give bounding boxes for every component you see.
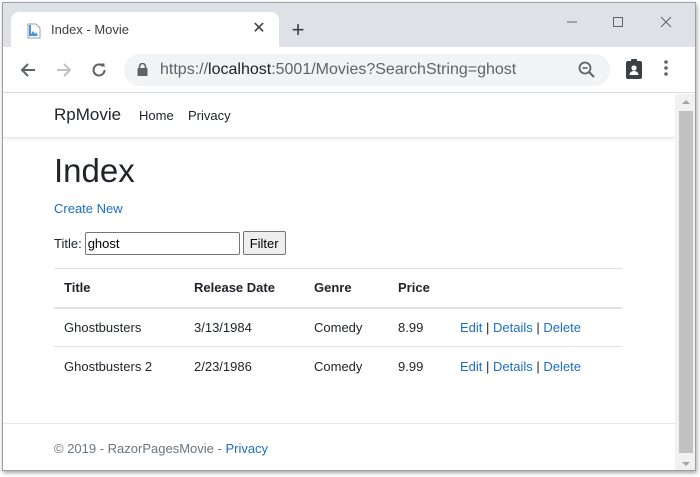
- footer-text: © 2019 - RazorPagesMovie - Privacy: [54, 441, 268, 456]
- scroll-up-icon[interactable]: [675, 94, 695, 110]
- clipboard-person-icon[interactable]: [625, 58, 643, 85]
- cell-price: 9.99: [388, 346, 450, 386]
- document-icon: [27, 23, 41, 39]
- filter-label: Title:: [54, 235, 82, 251]
- link-separator: |: [486, 358, 494, 374]
- site-footer: © 2019 - RazorPagesMovie - Privacy: [3, 423, 675, 470]
- arrow-right-icon[interactable]: [50, 56, 78, 84]
- site-navbar: RpMovie Home Privacy: [3, 94, 675, 138]
- site-brand-link[interactable]: RpMovie: [54, 105, 121, 125]
- maximize-icon[interactable]: [595, 9, 641, 37]
- cell-price: 8.99: [388, 307, 450, 347]
- edit-link[interactable]: Edit: [460, 320, 482, 335]
- cell-title: Ghostbusters: [54, 307, 184, 347]
- vertical-scrollbar[interactable]: [675, 94, 695, 470]
- browser-window: Index - Movie ✕ + https://localhost:5001…: [2, 2, 696, 471]
- table-row: Ghostbusters 2 2/23/1986 Comedy 9.99 Edi…: [54, 346, 622, 386]
- address-bar[interactable]: https://localhost:5001/Movies?SearchStri…: [124, 54, 610, 86]
- link-separator: |: [486, 319, 494, 335]
- page-title: Index: [54, 152, 135, 189]
- arrow-left-icon[interactable]: [14, 56, 42, 84]
- url-host: localhost: [208, 61, 272, 78]
- search-input[interactable]: [84, 231, 240, 255]
- url-scheme: https://: [160, 61, 209, 78]
- cell-genre: Comedy: [304, 307, 388, 347]
- scrollbar-thumb[interactable]: [679, 111, 693, 453]
- close-icon[interactable]: [643, 9, 689, 37]
- cell-title: Ghostbusters 2: [54, 346, 184, 386]
- header-price[interactable]: Price: [388, 268, 450, 308]
- tab-strip: Index - Movie ✕ +: [3, 3, 695, 47]
- cell-release-date: 2/23/1986: [184, 346, 304, 386]
- cell-actions: Edit | Details | Delete: [450, 346, 622, 386]
- reload-icon[interactable]: [85, 56, 113, 84]
- page-viewport: RpMovie Home Privacy Index Create New Ti…: [3, 94, 675, 470]
- delete-link[interactable]: Delete: [543, 359, 581, 374]
- delete-link[interactable]: Delete: [543, 320, 581, 335]
- browser-tab[interactable]: Index - Movie ✕: [11, 12, 279, 47]
- new-tab-button[interactable]: +: [287, 19, 309, 42]
- kebab-menu-icon[interactable]: [663, 59, 669, 82]
- details-link[interactable]: Details: [493, 359, 533, 374]
- zoom-out-icon[interactable]: [578, 61, 596, 84]
- cell-genre: Comedy: [304, 346, 388, 386]
- table-row: Ghostbusters 3/13/1984 Comedy 8.99 Edit …: [54, 307, 622, 347]
- details-link[interactable]: Details: [493, 320, 533, 335]
- filter-button[interactable]: Filter: [242, 231, 286, 255]
- table-header-row: Title Release Date Genre Price: [54, 268, 622, 308]
- url-path: :5001/Movies?SearchString=ghost: [271, 61, 517, 78]
- header-title[interactable]: Title: [54, 268, 184, 308]
- nav-home-link[interactable]: Home: [139, 108, 174, 123]
- footer-privacy-link[interactable]: Privacy: [225, 441, 268, 456]
- minimize-icon[interactable]: [549, 9, 595, 37]
- lock-icon[interactable]: [137, 62, 148, 81]
- cell-actions: Edit | Details | Delete: [450, 307, 622, 347]
- cell-release-date: 3/13/1984: [184, 307, 304, 347]
- url-text: https://localhost:5001/Movies?SearchStri…: [160, 61, 516, 79]
- scroll-down-icon[interactable]: [675, 456, 695, 470]
- edit-link[interactable]: Edit: [460, 359, 482, 374]
- header-actions: [450, 268, 622, 308]
- tab-title: Index - Movie: [51, 22, 130, 37]
- search-form: Title: Filter: [54, 231, 286, 255]
- copyright-text: © 2019 - RazorPagesMovie -: [54, 441, 226, 456]
- movies-table: Title Release Date Genre Price Ghostbust…: [54, 268, 622, 386]
- header-release-date[interactable]: Release Date: [184, 268, 304, 308]
- header-genre[interactable]: Genre: [304, 268, 388, 308]
- browser-toolbar: https://localhost:5001/Movies?SearchStri…: [3, 47, 695, 93]
- tab-close-icon[interactable]: ✕: [250, 20, 268, 38]
- create-new-link[interactable]: Create New: [54, 201, 123, 216]
- nav-privacy-link[interactable]: Privacy: [188, 108, 231, 123]
